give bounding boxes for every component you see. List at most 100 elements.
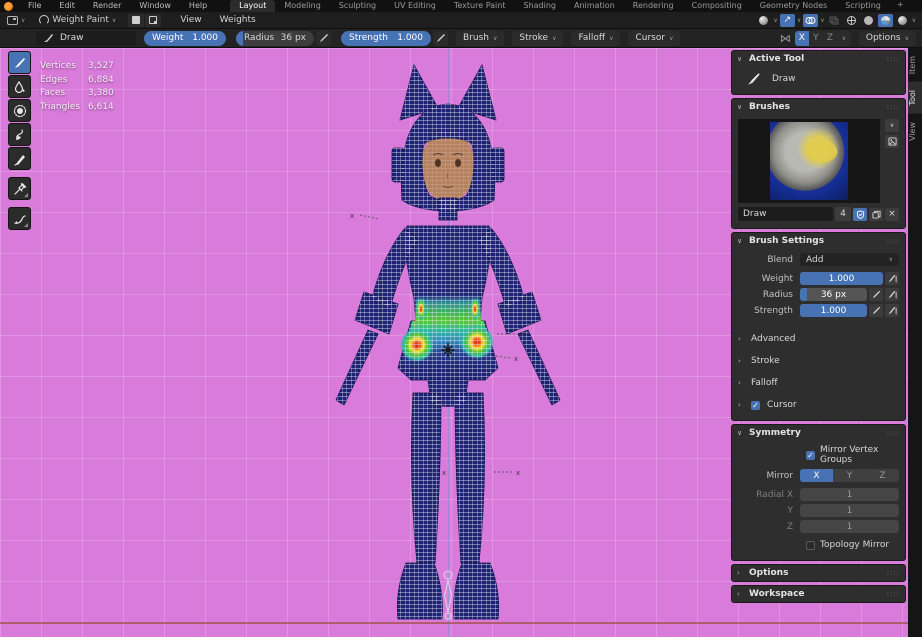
duplicate-brush-button[interactable] [869,208,883,221]
workspace-tab-scripting[interactable]: Scripting [836,0,890,12]
cursor-checkbox[interactable]: ✓ [751,401,760,410]
strength-slider-panel[interactable]: 1.000 [800,304,867,317]
radius-slider[interactable]: Radius 36 px [236,31,314,46]
unified-radius-toggle[interactable] [885,288,899,301]
unified-strength-toggle[interactable] [885,304,899,317]
subpanel-stroke[interactable]: ›Stroke [738,353,899,369]
symmetry-y-button[interactable]: Y [833,469,866,482]
workspace-tab-sculpting[interactable]: Sculpting [330,0,385,12]
brush-users-count[interactable]: 4 [835,207,851,221]
options-dropdown[interactable]: Options∨ [859,31,916,46]
tool-draw-button[interactable] [8,51,31,74]
tool-average-button[interactable] [8,99,31,122]
symmetry-panel-header[interactable]: ∨ Symmetry :::: [732,425,905,441]
weight-slider[interactable]: Weight 1.000 [144,31,226,46]
unified-weight-toggle[interactable] [885,272,899,285]
brush-image-icon-button[interactable] [885,135,899,148]
weight-slider-panel[interactable]: 1.000 [800,272,883,285]
shading-rendered-button[interactable] [895,14,910,27]
fake-user-shield-button[interactable] [853,208,867,221]
symmetry-x-button[interactable]: X [800,469,833,482]
sidebar-tab-tool[interactable]: Tool [908,82,922,114]
panel-grip-icon[interactable]: :::: [887,590,900,598]
radial-z-field[interactable]: 1 [800,520,899,533]
tool-blur-button[interactable] [8,75,31,98]
menu-weights[interactable]: Weights [211,12,265,29]
workspace-tab-compositing[interactable]: Compositing [683,0,751,12]
subpanel-falloff[interactable]: ›Falloff [738,375,899,391]
tool-smear-button[interactable] [8,123,31,146]
menu-view[interactable]: View [171,12,210,29]
cursor-dropdown[interactable]: Cursor∨ [628,31,680,46]
symmetry-z-button[interactable]: Z [866,469,899,482]
stroke-dropdown[interactable]: Stroke∨ [512,31,563,46]
shading-solid-button[interactable] [861,14,876,27]
radius-slider-panel[interactable]: 36 px [800,288,867,301]
shading-material-preview-button[interactable] [878,14,893,27]
radial-y-field[interactable]: 1 [800,504,899,517]
subpanel-cursor[interactable]: › ✓ Cursor [738,397,899,413]
strength-pressure-toggle[interactable] [433,31,448,46]
sidebar-tab-item[interactable]: Item [908,48,922,82]
active-tool-button[interactable]: Draw [36,31,136,46]
workspace-tab-geometry-nodes[interactable]: Geometry Nodes [751,0,836,12]
panel-grip-icon[interactable]: :::: [887,237,900,245]
vertex-mask-toggle[interactable] [145,14,161,27]
strength-slider[interactable]: Strength 1.000 [341,31,431,46]
blend-select[interactable]: Add ∨ [800,253,899,266]
radial-x-field[interactable]: 1 [800,488,899,501]
workspace-tab-uv-editing[interactable]: UV Editing [385,0,445,12]
sidebar-tab-view[interactable]: View [908,114,922,149]
shading-wireframe-button[interactable] [844,14,859,27]
menu-help[interactable]: Help [180,0,216,12]
menu-edit[interactable]: Edit [50,0,84,12]
menu-window[interactable]: Window [130,0,180,12]
panel-grip-icon[interactable]: :::: [887,569,900,577]
mirror-z-button[interactable]: Z [823,31,837,46]
mode-selector[interactable]: Weight Paint ∨ [35,13,120,27]
topology-mirror-checkbox[interactable] [806,541,815,550]
3d-viewport[interactable]: X x x x x [0,48,922,637]
mirror-x-button[interactable]: X [795,31,809,46]
panel-grip-icon[interactable]: :::: [887,55,900,63]
workspace-tab-shading[interactable]: Shading [514,0,565,12]
blender-logo-icon[interactable] [4,2,13,11]
menu-render[interactable]: Render [84,0,130,12]
brush-settings-panel-header[interactable]: ∨ Brush Settings :::: [732,233,905,249]
brushes-panel-header[interactable]: ∨ Brushes :::: [732,99,905,115]
menu-file[interactable]: File [19,0,50,12]
active-tool-panel-header[interactable]: ∨ Active Tool :::: [732,51,905,67]
brush-dropdown[interactable]: Brush∨ [456,31,504,46]
show-gizmo-toggle[interactable]: ↗ [780,14,795,27]
armature-root-bone[interactable] [444,571,452,619]
xray-toggle[interactable] [827,14,842,27]
brush-browse-button[interactable]: ∨ [885,119,899,132]
proportional-editing-icon[interactable] [756,14,771,27]
strength-pressure-toggle-panel[interactable] [869,304,883,317]
workspace-tab-layout[interactable]: Layout [230,0,275,12]
workspace-tab-animation[interactable]: Animation [565,0,624,12]
tool-sample-weight-button[interactable] [8,177,31,200]
mirror-more-chevron[interactable]: ∨ [837,31,851,46]
unlink-brush-button[interactable]: × [885,208,899,221]
options-panel-header[interactable]: › Options :::: [732,565,905,581]
add-workspace-button[interactable]: + [890,0,911,12]
workspace-tab-modeling[interactable]: Modeling [275,0,329,12]
mirror-vertex-groups-checkbox[interactable]: ✓ [806,451,815,460]
falloff-dropdown[interactable]: Falloff∨ [571,31,620,46]
radius-pressure-toggle-panel[interactable] [869,288,883,301]
workspace-tab-rendering[interactable]: Rendering [624,0,683,12]
workspace-tab-texture-paint[interactable]: Texture Paint [445,0,515,12]
radius-pressure-toggle[interactable] [316,31,331,46]
editor-type-button[interactable]: ∨ [3,13,29,27]
brush-name-field[interactable]: Draw [738,207,833,221]
face-mask-toggle[interactable] [128,14,144,27]
panel-grip-icon[interactable]: :::: [887,429,900,437]
brush-preview-box[interactable] [738,119,880,203]
show-overlays-toggle[interactable] [803,14,818,27]
tool-gradient-button[interactable] [8,147,31,170]
workspace-panel-header[interactable]: › Workspace :::: [732,586,905,602]
panel-grip-icon[interactable]: :::: [887,103,900,111]
mirror-y-button[interactable]: Y [809,31,823,46]
subpanel-advanced[interactable]: ›Advanced [738,331,899,347]
